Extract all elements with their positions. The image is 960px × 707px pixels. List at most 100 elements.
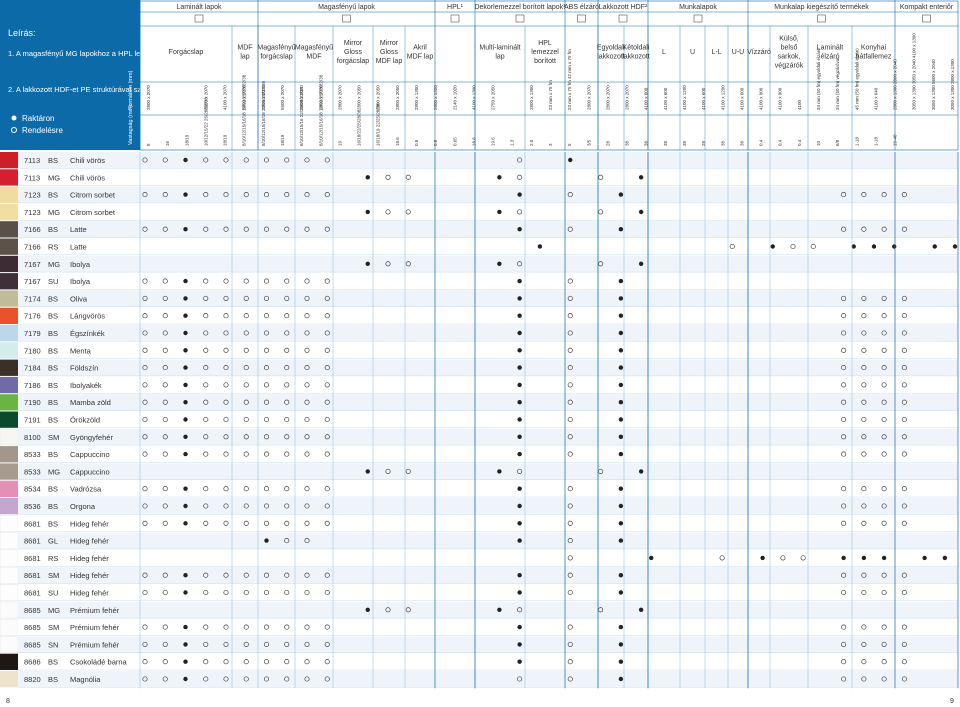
legend-note-1: 1. A magasfényű MG lapokhoz a HPL lemeze… bbox=[8, 49, 255, 58]
stock-dot bbox=[618, 365, 624, 370]
color-swatch bbox=[0, 394, 18, 411]
row-type: MG bbox=[48, 208, 60, 217]
subheader-line: Külső, bbox=[779, 36, 799, 43]
subheader-line: L-L bbox=[711, 49, 721, 56]
row-type: MG bbox=[48, 606, 60, 615]
row-background bbox=[18, 325, 958, 342]
column-thickness: 6/8 bbox=[835, 139, 840, 146]
row-background bbox=[18, 463, 958, 480]
row-name: Hideg fehér bbox=[70, 571, 109, 580]
row-background bbox=[18, 376, 958, 394]
subheader-line: Gloss bbox=[380, 49, 398, 56]
table-row: 7167 MG Ibolya bbox=[0, 255, 958, 273]
subheader-label: Forgácslap bbox=[169, 49, 204, 56]
column-thickness: 0.4 bbox=[759, 139, 764, 146]
row-name: Citrom sorbet bbox=[70, 191, 116, 200]
column-format: 2800 x 1300 bbox=[529, 85, 534, 110]
group-title: Munkalap kiegészítő termékek bbox=[774, 4, 869, 11]
column-thickness: 1.3 bbox=[510, 139, 515, 146]
row-type: BS bbox=[48, 191, 58, 200]
stock-dot bbox=[183, 590, 188, 595]
table-row: 8685 SN Prémium fehér bbox=[0, 636, 958, 653]
legend-note-1-line: 1. A magasfényű MG lapokhoz a HPL lemeze… bbox=[8, 49, 255, 58]
color-swatch bbox=[0, 446, 18, 463]
column-format: 45 mm (50 fm) egyoldali élzáró bbox=[854, 48, 859, 110]
table-row: 8681 SU Hideg fehér bbox=[0, 584, 958, 602]
color-swatch bbox=[0, 515, 19, 532]
column-thickness: 10 bbox=[816, 140, 821, 146]
stock-dot bbox=[183, 313, 188, 318]
row-type: SN bbox=[48, 640, 58, 649]
column-format: 2800 x 2050 bbox=[357, 85, 362, 110]
stock-dot bbox=[497, 261, 502, 266]
table-row: 7180 BS Menta bbox=[0, 342, 958, 359]
stock-dot bbox=[892, 244, 897, 249]
table-row: 7174 BS Oliva bbox=[0, 290, 958, 307]
subheader-line: Gloss bbox=[344, 49, 362, 56]
subheader-line: Mirror bbox=[344, 40, 363, 47]
row-code: 8686 bbox=[24, 658, 41, 667]
subheader-line: MDF bbox=[237, 45, 252, 52]
group-title: Magasfényű lapok bbox=[318, 4, 375, 11]
row-code: 8681 bbox=[24, 519, 41, 528]
row-background bbox=[18, 498, 958, 515]
column-thickness: 38 bbox=[682, 140, 687, 146]
stock-dot bbox=[517, 400, 522, 405]
row-code: 8681 bbox=[24, 554, 41, 563]
row-type: BS bbox=[48, 346, 58, 355]
column-thickness: 28 bbox=[701, 140, 706, 146]
subheader-line: Magasfényű bbox=[295, 45, 333, 52]
row-name: Ibolyakék bbox=[70, 381, 102, 390]
table-row: 7176 BS Lángvörös bbox=[0, 307, 958, 325]
stock-dot bbox=[517, 365, 522, 370]
table-row: 8820 BS Magnólia bbox=[0, 671, 958, 688]
subheader-line: MDF lap bbox=[407, 54, 434, 61]
row-code: 7191 bbox=[24, 416, 41, 425]
color-swatch bbox=[0, 549, 19, 567]
product-availability-table: Leírás: 1. A magasfényű MG lapokhoz a HP… bbox=[0, 0, 960, 707]
row-code: 8681 bbox=[24, 537, 41, 546]
subheader-line: lakkozott bbox=[597, 54, 625, 61]
subheader-label: Vízzáró bbox=[747, 49, 771, 56]
column-thickness: 0.65 bbox=[452, 137, 457, 146]
column-thickness: 19 bbox=[337, 140, 342, 146]
table-row: 7113 MG Chili vörös bbox=[0, 169, 958, 186]
stock-dot bbox=[638, 175, 644, 180]
row-background bbox=[18, 549, 958, 567]
table-row: 8533 BS Cappuccino bbox=[0, 446, 958, 463]
row-background bbox=[18, 619, 958, 636]
subheader-line: Kétoldali bbox=[623, 45, 650, 52]
column-thickness: 16/18/22/25/28/38 bbox=[357, 109, 362, 146]
color-swatch bbox=[0, 376, 18, 394]
stock-dot bbox=[183, 434, 188, 439]
column-format: 4100 x 600 bbox=[701, 87, 706, 110]
stock-dot bbox=[517, 521, 522, 526]
column-thickness: 8/10/12/15/16/18 22/25/28/32/38 bbox=[261, 80, 266, 146]
subheader-line: borított bbox=[534, 58, 556, 65]
page-number-right: 9 bbox=[950, 698, 954, 705]
stock-dot bbox=[183, 400, 188, 405]
stock-dot bbox=[517, 330, 522, 336]
subheader-line: Konyhai bbox=[861, 45, 887, 52]
row-background bbox=[18, 532, 958, 549]
stock-dot bbox=[517, 486, 522, 491]
row-code: 7167 bbox=[24, 260, 41, 269]
color-swatch bbox=[0, 498, 18, 515]
row-background bbox=[18, 394, 958, 411]
stock-dot bbox=[517, 313, 522, 318]
subheader-label: L-L bbox=[711, 49, 721, 56]
row-background bbox=[18, 221, 958, 238]
row-background bbox=[18, 446, 958, 463]
stock-dot bbox=[183, 676, 188, 682]
column-thickness: 3/5 bbox=[586, 139, 591, 146]
group-title: Dekorlemezzel borított lapok¹ bbox=[474, 4, 566, 11]
row-type: BS bbox=[48, 502, 58, 511]
stock-dot bbox=[517, 278, 522, 284]
column-thickness: 1-18 bbox=[854, 136, 859, 146]
subheader-line: MDF lap bbox=[376, 58, 403, 65]
row-name: Hideg fehér bbox=[70, 519, 109, 528]
row-background bbox=[18, 601, 958, 619]
table-row: 7191 BS Örökzöld bbox=[0, 411, 958, 429]
subheader-line: Multi-laminált bbox=[479, 45, 520, 52]
color-swatch bbox=[0, 342, 18, 359]
